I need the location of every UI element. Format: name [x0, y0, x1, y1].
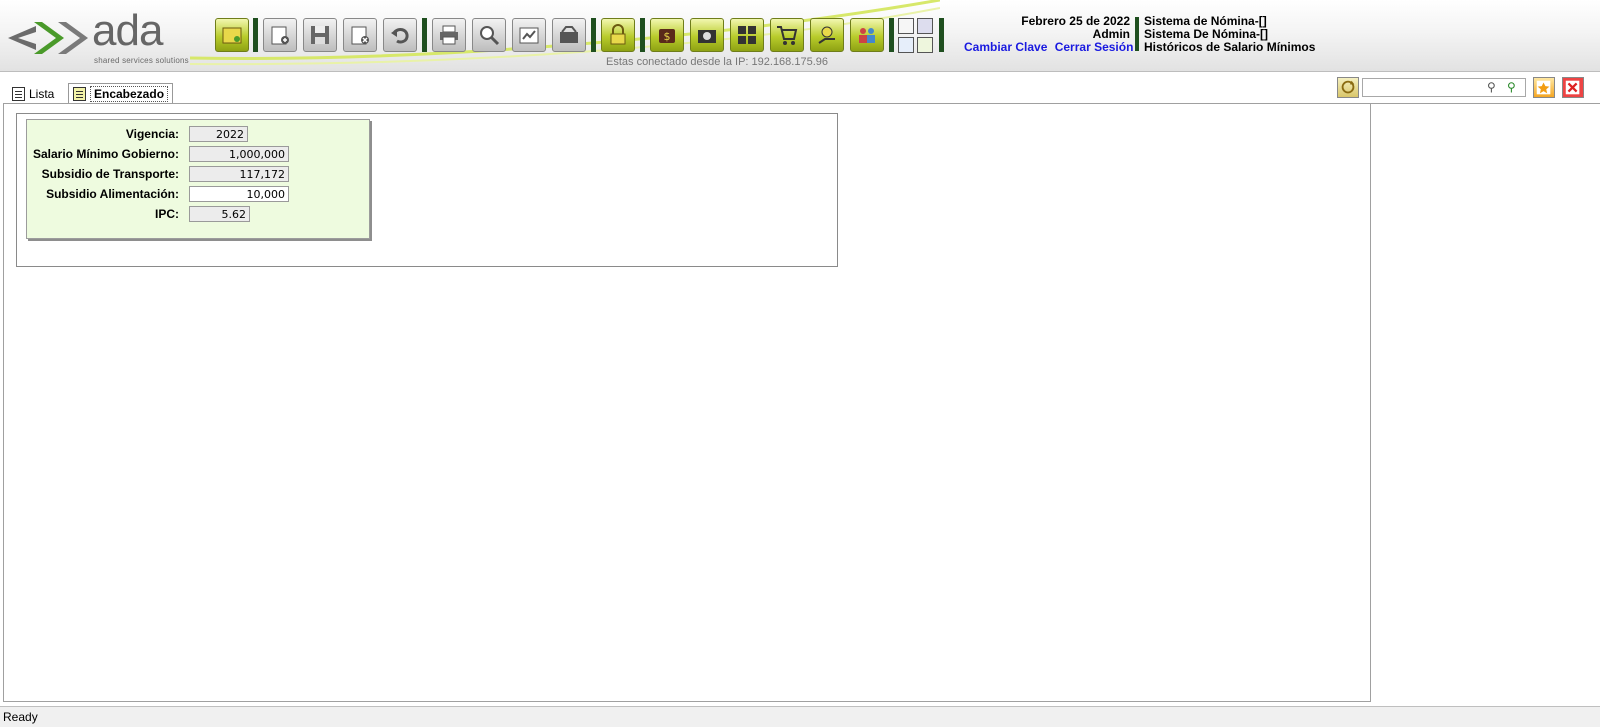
- search-text-field[interactable]: [1363, 79, 1481, 96]
- grid-modules-icon: [738, 26, 756, 44]
- delete-button[interactable]: [343, 18, 377, 52]
- ipc-label: IPC:: [155, 207, 179, 221]
- new-record-button[interactable]: [263, 18, 297, 52]
- list-icon: [12, 87, 25, 101]
- users-button[interactable]: [850, 18, 884, 52]
- star-icon: [1536, 80, 1551, 95]
- money-button[interactable]: $: [650, 18, 684, 52]
- new-document-icon: [271, 26, 289, 45]
- toolbar-separator: [939, 18, 944, 52]
- export-chart-icon: [519, 27, 539, 44]
- logo-wordmark: ada: [92, 6, 163, 55]
- field-row-ipc: IPC: 5.62: [27, 205, 371, 223]
- info-separator: [1135, 17, 1139, 51]
- toolbar-separator: [591, 18, 596, 52]
- tab-encabezado[interactable]: Encabezado: [68, 83, 174, 104]
- money-bag-icon: $: [659, 29, 675, 43]
- printer-icon: [440, 25, 458, 45]
- close-icon: [1565, 80, 1580, 95]
- field-row-vigencia: Vigencia: 2022: [27, 125, 371, 143]
- export-button[interactable]: [512, 18, 546, 52]
- open-folder-button[interactable]: [215, 18, 249, 52]
- undo-arrow-icon: [391, 28, 409, 44]
- document-icon: [73, 87, 86, 101]
- delete-document-icon: [351, 26, 369, 45]
- right-side-panel: [1371, 103, 1600, 702]
- toolbar-separator: [889, 18, 894, 52]
- list-view-icon[interactable]: [898, 18, 914, 34]
- status-bar: Ready: [0, 706, 1600, 727]
- ada-logo: ada shared services solutions: [6, 6, 206, 70]
- context-line-3: Históricos de Salario Mínimos: [1144, 40, 1316, 54]
- logo-tagline: shared services solutions: [94, 56, 189, 65]
- keyboard-icon[interactable]: [917, 37, 933, 53]
- context-info: Sistema de Nómina-[] Sistema De Nómina-[…: [1144, 15, 1315, 54]
- search-input[interactable]: ⚲ ⚲: [1362, 78, 1526, 97]
- hand-button[interactable]: [810, 18, 844, 52]
- search-next-icon[interactable]: ⚲: [1507, 80, 1516, 94]
- grid-button[interactable]: [730, 18, 764, 52]
- tools-button[interactable]: [552, 18, 586, 52]
- save-button[interactable]: [303, 18, 337, 52]
- subsidio-transporte-label: Subsidio de Transporte:: [41, 167, 179, 181]
- search-button[interactable]: [472, 18, 506, 52]
- toolbox-icon: [560, 26, 578, 43]
- salario-minimo-field[interactable]: 1,000,000: [189, 146, 289, 162]
- toolbar-separator: [253, 18, 258, 52]
- app-header: ada shared services solutions $ Estas co…: [0, 0, 1600, 72]
- vigencia-label: Vigencia:: [125, 127, 179, 141]
- tab-lista[interactable]: Lista: [8, 84, 58, 104]
- users-group-icon: [859, 28, 875, 43]
- hand-coin-icon: [818, 26, 835, 44]
- close-button[interactable]: [1562, 77, 1584, 98]
- salary-history-form: Vigencia: 2022 Salario Mínimo Gobierno: …: [26, 119, 370, 239]
- field-row-salario: Salario Mínimo Gobierno: 1,000,000: [27, 145, 371, 163]
- session-info: Febrero 25 de 2022 Admin Cambiar Clave C…: [960, 15, 1133, 54]
- undo-button[interactable]: [383, 18, 417, 52]
- ipc-field[interactable]: 5.62: [189, 206, 250, 222]
- color-chart-icon[interactable]: [917, 18, 933, 34]
- connection-ip-text: Estas conectado desde la IP: 192.168.175…: [606, 56, 828, 68]
- folder-icon: [222, 27, 242, 44]
- cart-button[interactable]: [770, 18, 804, 52]
- field-row-transporte: Subsidio de Transporte: 117,172: [27, 165, 371, 183]
- field-row-alimentacion: Subsidio Alimentación: 10,000: [27, 185, 371, 203]
- logo-mark-icon: [8, 22, 88, 54]
- subsidio-alimentacion-field[interactable]: 10,000: [189, 186, 289, 202]
- status-text: Ready: [3, 710, 38, 724]
- logout-link[interactable]: Cerrar Sesión: [1055, 40, 1134, 54]
- subsidio-transporte-field[interactable]: 117,172: [189, 166, 289, 182]
- window-layout-icon[interactable]: [898, 37, 914, 53]
- refresh-icon: [1341, 80, 1355, 94]
- subsidio-alimentacion-label: Subsidio Alimentación:: [46, 187, 179, 201]
- floppy-disk-icon: [311, 26, 329, 44]
- lock-button[interactable]: [601, 18, 635, 52]
- change-password-link[interactable]: Cambiar Clave: [964, 40, 1047, 54]
- shopping-cart-icon: [777, 26, 798, 45]
- favorite-button[interactable]: [1533, 77, 1555, 98]
- search-magnifier-icon[interactable]: ⚲: [1487, 80, 1496, 94]
- camera-button[interactable]: [690, 18, 724, 52]
- salario-minimo-label: Salario Mínimo Gobierno:: [32, 147, 179, 161]
- toolbar-separator: [422, 18, 427, 52]
- svg-text:$: $: [664, 30, 671, 43]
- refresh-button[interactable]: [1337, 77, 1359, 98]
- camera-icon: [698, 30, 716, 43]
- vigencia-field[interactable]: 2022: [189, 126, 248, 142]
- padlock-icon: [610, 24, 626, 45]
- magnifier-icon: [480, 26, 500, 46]
- toolbar-separator: [640, 18, 645, 52]
- tab-encabezado-label: Encabezado: [90, 86, 169, 102]
- print-button[interactable]: [432, 18, 466, 52]
- tab-lista-label: Lista: [29, 87, 55, 101]
